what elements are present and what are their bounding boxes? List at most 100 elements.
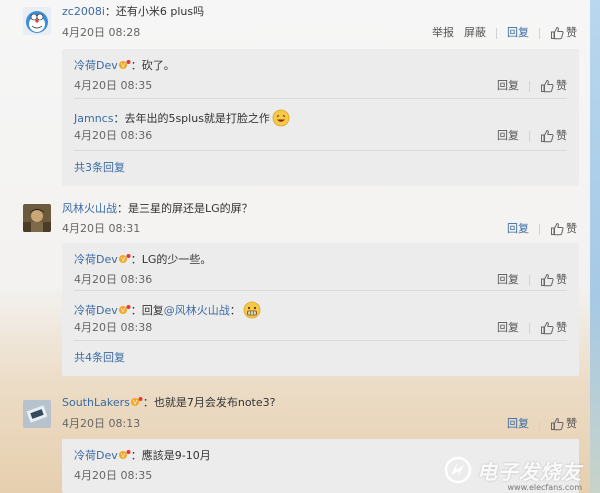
- reply-timestamp: 4月20日 08:36: [74, 129, 153, 142]
- divider: [496, 27, 497, 39]
- reply-button[interactable]: 回复: [497, 129, 519, 143]
- reply-username[interactable]: 冷荷Dev: [74, 304, 118, 317]
- thumbs-up-icon: [541, 129, 554, 143]
- verified-badge-icon: V: [130, 397, 143, 406]
- comment-actions: 回复 赞: [507, 417, 577, 431]
- reply-list: 冷荷Dev V ：砍了。 4月20日 08:35 回复 赞 Jamncs：去年出的5…: [62, 49, 579, 186]
- comment-username[interactable]: zc2008i: [62, 5, 105, 18]
- like-label: 赞: [556, 273, 567, 286]
- reply-actions: 回复 赞: [497, 79, 567, 93]
- avatar[interactable]: [23, 7, 51, 35]
- reply-timestamp: 4月20日 08:35: [74, 79, 153, 92]
- reply-button[interactable]: 回复: [507, 417, 529, 431]
- like-label: 赞: [566, 417, 577, 430]
- reply-button[interactable]: 回复: [497, 321, 519, 335]
- comment-header: 风林火山战：是三星的屏还是LG的屏？: [62, 202, 253, 216]
- like-button[interactable]: 赞: [540, 321, 567, 335]
- elecfans-logo-icon: [444, 456, 472, 484]
- reply-button[interactable]: 回复: [497, 79, 519, 93]
- reply-timestamp: 4月20日 08:35: [74, 469, 153, 482]
- reply-header: 冷荷Dev V ：回复@风林火山战：: [74, 301, 261, 319]
- divider: [74, 290, 567, 291]
- divider: [529, 322, 530, 334]
- like-label: 赞: [566, 222, 577, 235]
- divider: [74, 340, 567, 341]
- like-button[interactable]: 赞: [550, 26, 577, 40]
- avatar[interactable]: [23, 400, 51, 428]
- thumbs-up-icon: [551, 26, 564, 40]
- reply-actions: 回复 赞: [497, 273, 567, 287]
- thumbs-up-icon: [551, 222, 564, 236]
- page-edge-decoration: [590, 0, 600, 493]
- reply-header: 冷荷Dev V ：砍了。: [74, 59, 175, 73]
- divider: [539, 418, 540, 430]
- like-label: 赞: [556, 79, 567, 92]
- reply-header: 冷荷Dev V ：LG的少一些。: [74, 253, 211, 267]
- watermark-text: 电子发烧友: [477, 459, 582, 484]
- reply-username[interactable]: 冷荷Dev: [74, 449, 118, 462]
- comment-timestamp: 4月20日 08:13: [62, 417, 141, 430]
- reply-username[interactable]: 冷荷Dev: [74, 253, 118, 266]
- block-button[interactable]: 屏蔽: [464, 26, 486, 40]
- reply-actions: 回复 赞: [497, 321, 567, 335]
- thumbs-up-icon: [541, 273, 554, 287]
- reply-header: Jamncs：去年出的5splus就是打脸之作: [74, 109, 290, 127]
- like-label: 赞: [566, 26, 577, 39]
- comment-timestamp: 4月20日 08:28: [62, 26, 141, 39]
- comment-header: zc2008i：还有小米6 plus吗: [62, 5, 204, 19]
- watermark: 电子发烧友: [443, 455, 582, 485]
- divider: [529, 274, 530, 286]
- comment-actions: 举报 屏蔽 回复 赞: [432, 26, 577, 40]
- more-replies-link[interactable]: 共3条回复: [74, 161, 125, 175]
- like-button[interactable]: 赞: [540, 129, 567, 143]
- reply-button[interactable]: 回复: [497, 273, 519, 287]
- reply-text: ：LG的少一些。: [130, 253, 212, 266]
- divider: [539, 27, 540, 39]
- reply-text: ：去年出的5splus就是打脸之作: [113, 112, 270, 125]
- comment-text: ：还有小米6 plus吗: [104, 5, 205, 18]
- reply-text: ：砍了。: [130, 59, 175, 72]
- watermark-url: www.elecfans.com: [507, 483, 583, 492]
- comment-actions: 回复 赞: [507, 222, 577, 236]
- mention-link[interactable]: @风林火山战: [164, 304, 230, 317]
- like-button[interactable]: 赞: [550, 222, 577, 236]
- reply-timestamp: 4月20日 08:38: [74, 321, 153, 334]
- thumbs-up-icon: [541, 79, 554, 93]
- comment-username[interactable]: SouthLakers: [62, 396, 130, 409]
- like-button[interactable]: 赞: [540, 273, 567, 287]
- grinning-face-icon: [243, 301, 261, 319]
- verified-badge-icon: V: [118, 254, 131, 263]
- reply-button[interactable]: 回复: [507, 26, 529, 40]
- reply-username[interactable]: Jamncs: [74, 112, 113, 125]
- comment-text: ：是三星的屏还是LG的屏？: [117, 202, 253, 215]
- like-label: 赞: [556, 129, 567, 142]
- verified-badge-icon: V: [118, 305, 131, 314]
- comment-username[interactable]: 风林火山战: [62, 202, 117, 215]
- verified-badge-icon: V: [118, 450, 131, 459]
- laughing-face-icon: [272, 109, 290, 127]
- verified-badge-icon: V: [118, 60, 131, 69]
- reply-username[interactable]: 冷荷Dev: [74, 59, 118, 72]
- like-button[interactable]: 赞: [540, 79, 567, 93]
- reply-timestamp: 4月20日 08:36: [74, 273, 153, 286]
- reply-text: ：回复: [130, 304, 164, 317]
- reply-button[interactable]: 回复: [507, 222, 529, 236]
- reply-header: 冷荷Dev V ：應該是9-10月: [74, 449, 211, 463]
- divider: [74, 150, 567, 151]
- more-replies-link[interactable]: 共4条回复: [74, 351, 125, 365]
- like-button[interactable]: 赞: [550, 417, 577, 431]
- comment-header: SouthLakers V ：也就是7月会发布note3?: [62, 396, 275, 410]
- divider: [529, 130, 530, 142]
- like-label: 赞: [556, 321, 567, 334]
- reply-text: ：應該是9-10月: [130, 449, 211, 462]
- reply-list: 冷荷Dev V ：LG的少一些。 4月20日 08:36 回复 赞 冷荷Dev V ：回…: [62, 243, 579, 376]
- report-button[interactable]: 举报: [432, 26, 454, 40]
- reply-text-suffix: ：: [229, 304, 241, 317]
- divider: [539, 223, 540, 235]
- avatar[interactable]: [23, 204, 51, 232]
- comment-text: ：也就是7月会发布note3?: [142, 396, 276, 409]
- thumbs-up-icon: [541, 321, 554, 335]
- reply-actions: 回复 赞: [497, 129, 567, 143]
- divider: [74, 98, 567, 99]
- divider: [529, 80, 530, 92]
